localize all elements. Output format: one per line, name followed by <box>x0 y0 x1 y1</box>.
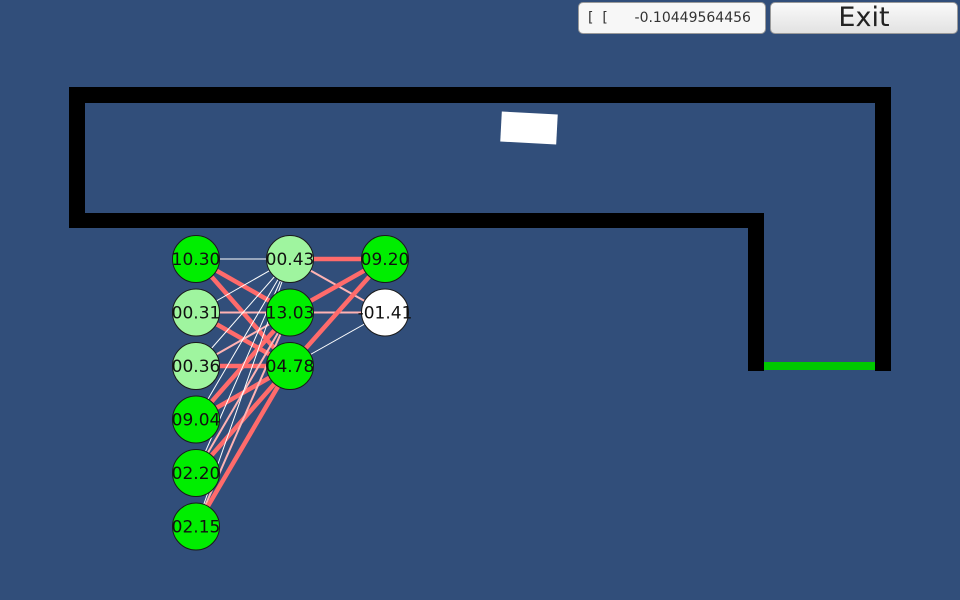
network-node-value: 02.15 <box>172 518 221 538</box>
network-node-value: 00.31 <box>172 304 221 324</box>
network-node-value: 02.20 <box>172 464 221 484</box>
network-node-value: 09.20 <box>361 250 410 270</box>
network-node: 00.43 <box>266 235 315 283</box>
wall-top <box>69 87 891 103</box>
exit-button[interactable]: Exit <box>770 2 958 34</box>
game-viewport: 10.30 00.31 00.36 09.04 02.20 02.15 00.43 13.03… <box>0 0 960 600</box>
wall-right <box>875 87 891 371</box>
network-node-value: 10.30 <box>172 250 221 270</box>
network-node: 02.15 <box>172 502 221 551</box>
network-node-value: 00.43 <box>266 250 315 270</box>
network-node-value: 13.03 <box>266 304 315 324</box>
wall-left <box>69 87 85 228</box>
wall-inner-right <box>748 213 764 371</box>
network-node-value: 00.36 <box>172 357 221 377</box>
network-node: 13.03 <box>266 288 315 337</box>
wall-inner-bottom <box>69 213 764 228</box>
network-node: 00.36 <box>172 342 221 390</box>
network-node: 00.31 <box>172 288 221 337</box>
network-node-value: 04.78 <box>266 357 315 377</box>
goal-line <box>764 362 875 370</box>
network-node: 09.04 <box>172 395 221 444</box>
network-node-value: 09.04 <box>172 411 221 431</box>
network-node-value: -01.41 <box>358 304 413 324</box>
network-node: 09.20 <box>361 235 410 283</box>
network-node: 02.20 <box>172 449 221 497</box>
car <box>500 111 558 145</box>
network-node: 10.30 <box>172 235 221 283</box>
weights-readout-field[interactable]: [ [ -0.10449564456 <box>578 2 766 34</box>
network-node: 04.78 <box>266 342 315 390</box>
